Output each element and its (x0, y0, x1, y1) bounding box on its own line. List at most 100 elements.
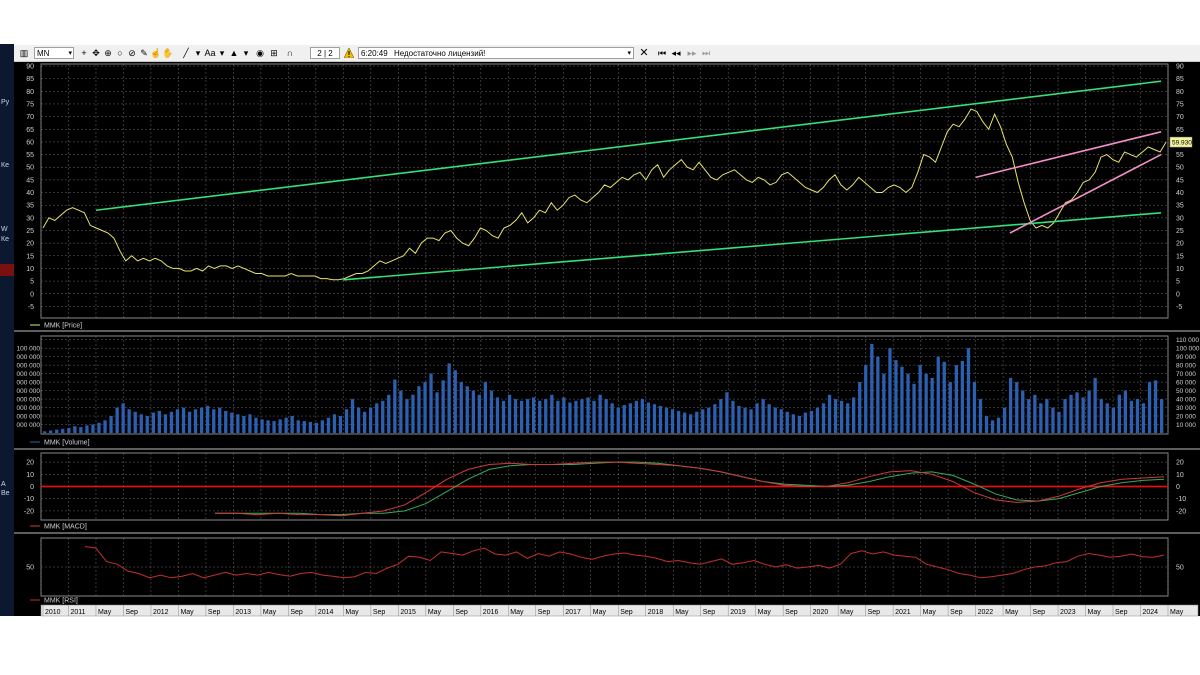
volume-bar (61, 428, 65, 433)
y-tick-label-right: 5 (1176, 279, 1180, 286)
volume-bar (550, 394, 554, 433)
volume-bar (628, 403, 632, 433)
y-tick-label-left: 55 (26, 152, 34, 159)
volume-bar (501, 400, 506, 433)
volume-bar (43, 431, 47, 433)
volume-bar (1045, 399, 1049, 433)
volume-bar (477, 394, 481, 433)
volume-bar (556, 400, 560, 433)
y-tick-label-left: 15 (26, 253, 34, 260)
y-tick-label-left: 100 000 (17, 346, 41, 353)
volume-bar (815, 407, 820, 433)
y-tick-label-left: 000 000 (17, 354, 41, 361)
volume-bar (1021, 390, 1025, 433)
volume-bar (604, 399, 608, 433)
volume-bar (139, 414, 143, 433)
volume-bar (580, 399, 584, 433)
price-panel[interactable]: -5 -50 05 510 1015 1520 2025 2530 3035 3540 4045 45… (14, 63, 1200, 332)
volume-bar (236, 414, 240, 433)
y-tick-label-left: 000 000 (17, 363, 41, 370)
x-tick-label: Sep (455, 609, 468, 616)
volume-bar (906, 373, 910, 433)
volume-bar (200, 407, 204, 433)
y-tick-label-right: 45 (1176, 177, 1184, 184)
volume-bar (169, 411, 174, 433)
volume-bar (109, 416, 113, 433)
volume-bar (423, 382, 427, 433)
y-tick-label-left: 85 (26, 76, 34, 83)
x-tick-label: Sep (620, 609, 633, 616)
volume-bar (1063, 399, 1067, 433)
volume-bar (133, 411, 137, 433)
volume-bar (206, 405, 210, 433)
x-tick-label: May (840, 609, 854, 616)
volume-bar (1057, 411, 1061, 433)
volume-bar (254, 417, 258, 433)
volume-bar (833, 399, 838, 433)
x-tick-label: Sep (1033, 609, 1046, 616)
volume-bar (803, 412, 807, 433)
volume-bar (1099, 399, 1103, 433)
volume-bar (1093, 377, 1097, 433)
volume-bar (761, 399, 765, 433)
x-tick-label: May (1005, 609, 1019, 616)
volume-bar (707, 407, 711, 433)
x-tick-label: 2019 (730, 609, 746, 616)
volume-bar (737, 405, 741, 433)
x-tick-label: 2011 (70, 609, 85, 616)
y-tick-label-left: 20 (26, 241, 34, 248)
volume-bar (127, 409, 131, 434)
volume-bar (513, 399, 518, 433)
volume-bar (658, 405, 663, 433)
volume-bar (918, 365, 922, 433)
volume-bar (489, 390, 494, 433)
volume-bar (936, 356, 940, 433)
volume-bar (260, 419, 264, 433)
x-tick-label: May (923, 609, 937, 616)
y-tick-label-left: 65 (26, 127, 34, 134)
volume-bar (797, 416, 801, 433)
volume-bar (779, 409, 783, 434)
volume-bar (1129, 400, 1134, 433)
y-tick-label-right: 35 (1176, 203, 1184, 210)
volume-bar (695, 411, 699, 433)
y-tick-label-right: 20 000 (1176, 414, 1196, 421)
volume-bar (996, 417, 1001, 433)
x-tick-label: Sep (208, 609, 221, 616)
y-tick-label-right: 0 (1176, 484, 1180, 491)
x-tick-label: 2014 (318, 609, 334, 616)
y-tick-label-left: -20 (24, 508, 34, 515)
y-tick-label-left: 20 (26, 460, 34, 467)
volume-bar (193, 409, 198, 434)
volume-bar (115, 407, 119, 433)
volume-bar (701, 409, 705, 434)
volume-bar (1153, 380, 1158, 433)
volume-legend: MMK [Volume] (44, 440, 90, 447)
volume-bar (731, 400, 735, 433)
volume-bar (405, 399, 409, 433)
x-tick-label: 2022 (978, 609, 994, 616)
volume-bar (308, 422, 312, 433)
x-tick-label: 2016 (483, 609, 499, 616)
rsi-panel[interactable]: 50 50 MMK [RSI] (26, 537, 1184, 605)
y-tick-label-left: 0 (30, 291, 34, 298)
volume-bar (882, 373, 886, 433)
volume-bar (495, 397, 500, 433)
volume-bar (924, 373, 928, 433)
volume-bar (429, 373, 433, 433)
volume-bar (520, 400, 524, 433)
volume-bar (876, 356, 880, 433)
volume-bar (1087, 390, 1091, 433)
y-tick-label-right: -10 (1176, 496, 1186, 503)
y-tick-label-right: 90 000 (1176, 354, 1196, 361)
x-tick-label: Sep (1115, 609, 1128, 616)
x-tick-label: May (263, 609, 277, 616)
volume-bar (574, 400, 578, 433)
volume-panel[interactable]: 10 00020 000 30 00040 000 50 00060 000 70 0… (14, 335, 1200, 450)
volume-bar (151, 412, 155, 433)
y-tick-label-left: 25 (26, 228, 34, 235)
volume-bar (960, 360, 964, 433)
x-tick-label: Sep (125, 609, 138, 616)
volume-bar (912, 383, 916, 433)
volume-bar (785, 411, 789, 433)
